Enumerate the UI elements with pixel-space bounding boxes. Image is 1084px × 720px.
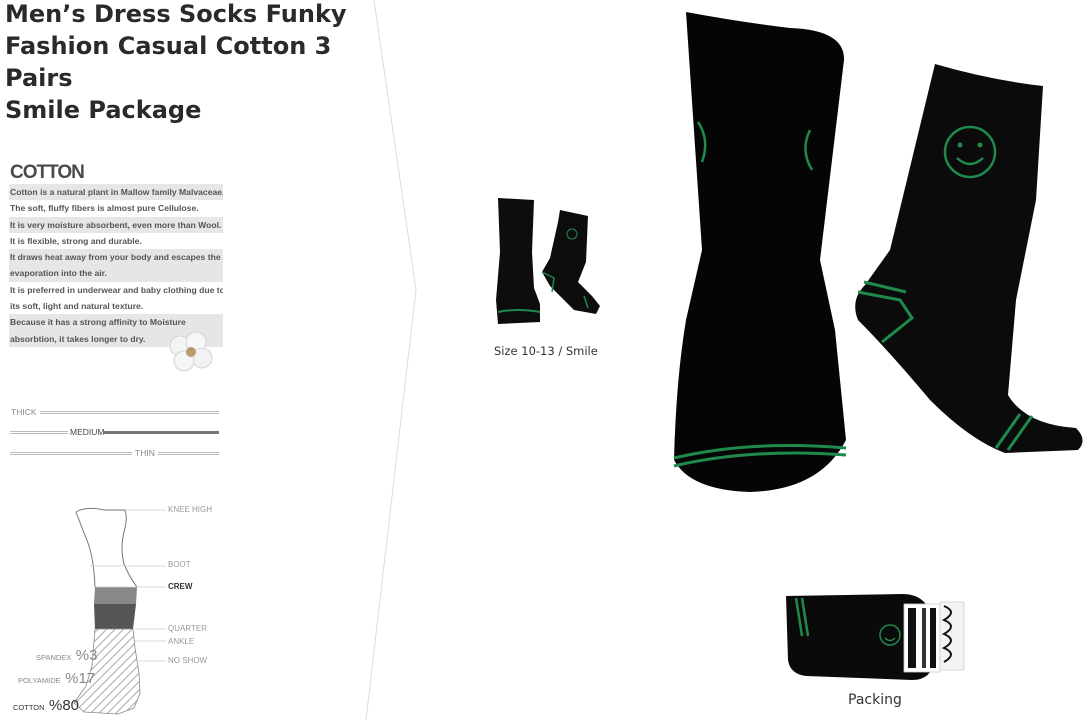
length-no-show-label: NO SHOW <box>168 656 208 665</box>
thickness-scale: THICK MEDIUM THIN <box>8 398 222 468</box>
length-crew-label: CREW <box>168 582 193 591</box>
sock-thumbnail-image[interactable] <box>488 192 608 332</box>
length-quarter-label: QUARTER <box>168 624 207 633</box>
length-ankle-label: ANKLE <box>168 637 195 646</box>
composition-spandex-name: SPANDEX <box>36 653 72 662</box>
sock-main-image <box>673 12 1083 492</box>
composition-cotton: COTTON %80 <box>13 697 79 715</box>
cotton-line: It draws heat away from your body and es… <box>9 249 223 266</box>
cotton-line: It is very moisture absorbent, even more… <box>9 216 223 233</box>
composition-cotton-name: COTTON <box>13 703 45 712</box>
cotton-line: It is preferred in underwear and baby cl… <box>10 284 223 295</box>
thickness-medium-label: MEDIUM <box>70 427 105 437</box>
cotton-line: It is flexible, strong and durable. <box>10 235 142 246</box>
cotton-line: its soft, light and natural texture. <box>10 301 144 312</box>
composition-polyamide-name: POLYAMIDE <box>18 676 61 685</box>
length-knee-high-label: KNEE HIGH <box>168 505 213 514</box>
packing-caption: Packing <box>848 692 902 708</box>
thickness-thick-line <box>40 411 219 414</box>
cotton-line: The soft, fluffy fibers is almost pure C… <box>10 203 199 214</box>
thickness-medium-line-left <box>10 431 68 434</box>
cotton-heading: COTTON <box>10 162 85 183</box>
product-title: Men’s Dress Socks Funky Fashion Casual C… <box>5 0 385 126</box>
composition-cotton-value: %80 <box>48 697 80 714</box>
title-line-2: Fashion Casual Cotton 3 Pairs <box>5 32 332 92</box>
title-line-1: Men’s Dress Socks Funky <box>5 0 347 28</box>
length-boot-label: BOOT <box>168 560 191 569</box>
cotton-line: evaporation into the air. <box>9 265 223 282</box>
thickness-medium-line-selected <box>104 431 219 434</box>
title-line-3: Smile Package <box>5 96 202 124</box>
thickness-thin-line-left <box>10 452 132 455</box>
composition-polyamide-value: %17 <box>65 670 96 687</box>
cotton-line: Cotton is a natural plant in Mallow fami… <box>9 184 223 201</box>
thickness-thin-label: THIN <box>135 448 155 458</box>
thumbnail-caption: Size 10-13 / Smile <box>494 344 598 358</box>
thickness-thin-line-right <box>158 452 219 455</box>
cotton-description: Cotton is a natural plant in Mallow fami… <box>9 184 223 347</box>
composition-polyamide: POLYAMIDE %17 <box>18 670 95 688</box>
thickness-thick-label: THICK <box>11 407 37 417</box>
composition-spandex: SPANDEX %3 <box>36 647 97 665</box>
packing-image[interactable] <box>782 590 968 682</box>
composition-spandex-value: %3 <box>75 647 98 664</box>
cotton-boll-icon <box>169 331 213 372</box>
sock-length-diagram: KNEE HIGH BOOT CREW QUARTER ANKLE NO SHO… <box>8 498 222 720</box>
section-divider <box>365 0 417 720</box>
